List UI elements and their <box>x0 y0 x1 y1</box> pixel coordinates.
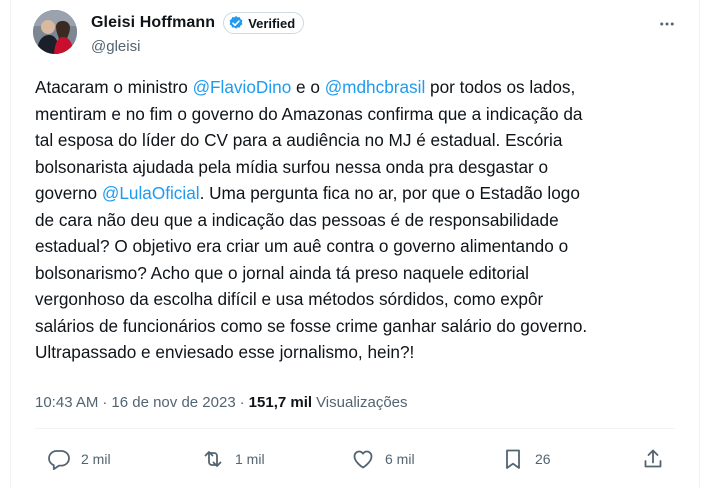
verified-badge-icon <box>229 16 243 29</box>
like-button[interactable]: 6 mil <box>351 444 415 474</box>
tweet-text-segment: bolsonarismo? Acho que o jornal ainda tá… <box>35 262 529 283</box>
tweet-text-line: salários de funcionários como se fosse c… <box>35 313 695 340</box>
more-options-button[interactable] <box>657 14 677 34</box>
author-handle[interactable]: @gleisi <box>91 38 140 55</box>
tweet-text-segment: Ultrapassado e enviesado esse jornalismo… <box>35 342 415 362</box>
share-button[interactable] <box>641 444 665 474</box>
action-bar: 2 mil 1 mil 6 mil 26 <box>35 444 675 474</box>
author-row: Gleisi Hoffmann Verified <box>91 12 305 34</box>
divider <box>35 428 675 429</box>
verified-badge[interactable]: Verified <box>223 12 305 34</box>
tweet-text-segment: governo <box>35 183 102 203</box>
tweet-text-line: governo @LulaOficial. Uma pergunta fica … <box>35 180 695 207</box>
tweet-text-segment: salários de funcionários como se fosse c… <box>35 315 588 336</box>
views-count: 151,7 mil <box>248 394 313 411</box>
tweet-text-segment: estadual? O objetivo era criar um auê co… <box>35 236 569 256</box>
tweet-date[interactable]: 16 de nov de 2023 <box>111 394 235 411</box>
reply-bubble-icon <box>48 450 70 470</box>
mention-link[interactable]: @FlavioDino <box>193 77 292 97</box>
tweet-text-segment: por todos os lados, <box>425 77 576 97</box>
tweet-text: Atacaram o ministro @FlavioDino e o @mdh… <box>35 74 695 366</box>
tweet-text-line: bolsonarismo? Acho que o jornal ainda tá… <box>35 260 695 287</box>
bookmark-icon <box>506 449 520 469</box>
tweet-text-line: tal esposa do líder do CV para a audiênc… <box>35 127 695 154</box>
retweet-count: 1 mil <box>235 451 265 467</box>
avatar[interactable] <box>33 10 77 54</box>
tweet-text-segment: e o <box>291 77 325 97</box>
mention-link[interactable]: @mdhcbrasil <box>325 77 426 97</box>
share-upload-icon <box>644 449 662 468</box>
tweet-text-line: bolsonarista ajudada pela mídia surfou n… <box>35 154 695 181</box>
avatar-image <box>33 10 77 54</box>
mention-link[interactable]: @LulaOficial <box>102 183 200 203</box>
tweet-text-line: Ultrapassado e enviesado esse jornalismo… <box>35 339 695 366</box>
tweet-card: Gleisi Hoffmann Verified @gleisi Atacara… <box>10 0 700 488</box>
like-count: 6 mil <box>385 451 415 467</box>
tweet-text-segment: mentiram e no fim o governo do Amazonas … <box>35 103 583 124</box>
tweet-text-segment: Atacaram o ministro <box>35 77 193 97</box>
reply-button[interactable]: 2 mil <box>47 444 111 474</box>
tweet-text-line: Atacaram o ministro @FlavioDino e o @mdh… <box>35 74 695 101</box>
tweet-meta: 10:43 AM · 16 de nov de 2023 · 151,7 mil… <box>35 394 408 411</box>
tweet-text-segment: tal esposa do líder do CV para a audiênc… <box>35 130 563 150</box>
tweet-text-line: de cara não deu que a indicação das pess… <box>35 207 695 234</box>
verified-label: Verified <box>248 15 296 31</box>
heart-icon <box>353 450 373 469</box>
tweet-text-line: vergonhoso da escolha difícil e usa méto… <box>35 286 695 313</box>
meta-separator: · <box>102 394 108 411</box>
bookmark-count: 26 <box>535 451 551 467</box>
tweet-text-segment: de cara não deu que a indicação das pess… <box>35 209 559 230</box>
tweet-text-line: mentiram e no fim o governo do Amazonas … <box>35 101 695 128</box>
tweet-text-line: estadual? O objetivo era criar um auê co… <box>35 233 695 260</box>
author-name[interactable]: Gleisi Hoffmann <box>91 14 215 32</box>
more-dots-icon <box>660 22 674 26</box>
reply-count: 2 mil <box>81 451 111 467</box>
retweet-button[interactable]: 1 mil <box>201 444 265 474</box>
bookmark-button[interactable]: 26 <box>501 444 551 474</box>
tweet-time[interactable]: 10:43 AM <box>35 394 98 411</box>
tweet-text-segment: vergonhoso da escolha difícil e usa méto… <box>35 289 544 309</box>
retweet-arrows-icon <box>204 451 222 467</box>
views-label: Visualizações <box>316 394 408 411</box>
tweet-text-segment: . Uma pergunta fica no ar, por que o Est… <box>199 183 580 203</box>
tweet-text-segment: bolsonarista ajudada pela mídia surfou n… <box>35 156 549 177</box>
meta-separator: · <box>239 394 245 411</box>
